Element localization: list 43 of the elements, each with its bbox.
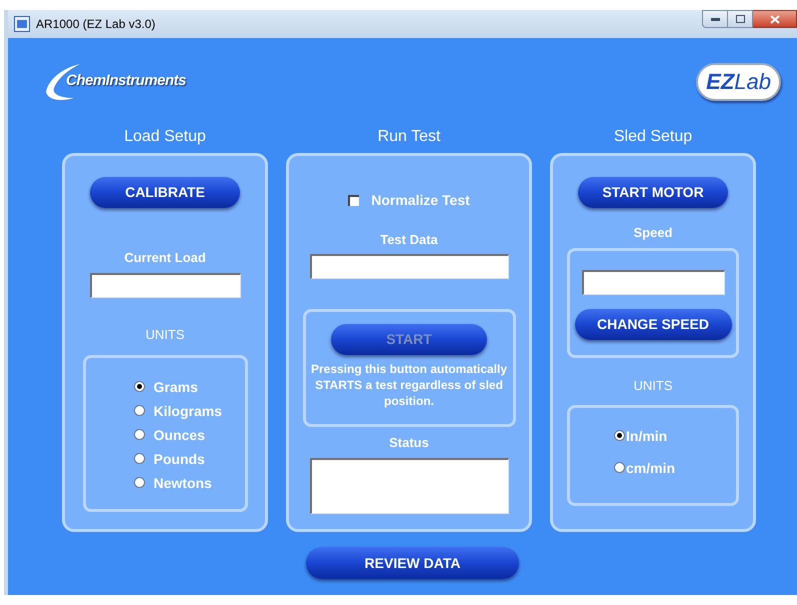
product-logo: EZLab: [696, 62, 781, 100]
change-speed-button[interactable]: CHANGE SPEED: [574, 309, 732, 340]
section-heading: Sled Setup: [614, 127, 692, 147]
close-icon: [770, 14, 780, 24]
section-heading: Run Test: [378, 127, 440, 147]
start-note: Pressing this button automatically STARTS a test regardless of sled position.: [310, 361, 508, 409]
radio-label: cm/min: [626, 460, 676, 474]
review-data-button[interactable]: REVIEW DATA: [306, 547, 519, 579]
radio-label: Grams: [154, 380, 198, 394]
radio-label: Pounds: [154, 452, 205, 466]
window-title: AR1000 (EZ Lab v3.0): [36, 16, 156, 33]
radio-button[interactable]: [614, 462, 625, 473]
radio-button[interactable]: [134, 405, 144, 416]
maximize-icon: [736, 15, 744, 23]
normalize-checkbox[interactable]: [348, 194, 360, 206]
radio-button[interactable]: [614, 430, 625, 441]
radio-button[interactable]: [134, 429, 144, 440]
current-load-field[interactable]: [90, 273, 240, 298]
close-button[interactable]: [753, 10, 797, 28]
minimize-button[interactable]: [702, 10, 728, 28]
radio-button[interactable]: [134, 381, 144, 392]
test-data-field[interactable]: [310, 254, 508, 279]
field-label: Test Data: [380, 233, 438, 246]
minimize-icon: [710, 18, 720, 20]
calibrate-button[interactable]: CALIBRATE: [90, 177, 240, 208]
checkbox-label: Normalize Test: [371, 193, 470, 207]
field-label: Status: [389, 436, 429, 449]
section-heading: Load Setup: [124, 127, 206, 147]
speed-field[interactable]: [582, 270, 724, 295]
radio-label: Newtons: [154, 476, 212, 490]
radio-label: Ounces: [154, 428, 205, 442]
radio-label: In/min: [626, 428, 668, 442]
units-label: UNITS: [634, 377, 672, 395]
radio-label: Kilograms: [154, 404, 222, 418]
start-motor-button[interactable]: START MOTOR: [578, 177, 728, 208]
radio-button[interactable]: [134, 453, 144, 464]
maximize-button[interactable]: [728, 10, 753, 28]
company-logo: ChemInstruments: [44, 60, 186, 104]
field-label: Speed: [633, 226, 672, 239]
units-label: UNITS: [146, 326, 184, 344]
radio-button[interactable]: [134, 477, 144, 488]
field-label: Current Load: [124, 251, 206, 264]
app-icon: [14, 16, 30, 32]
